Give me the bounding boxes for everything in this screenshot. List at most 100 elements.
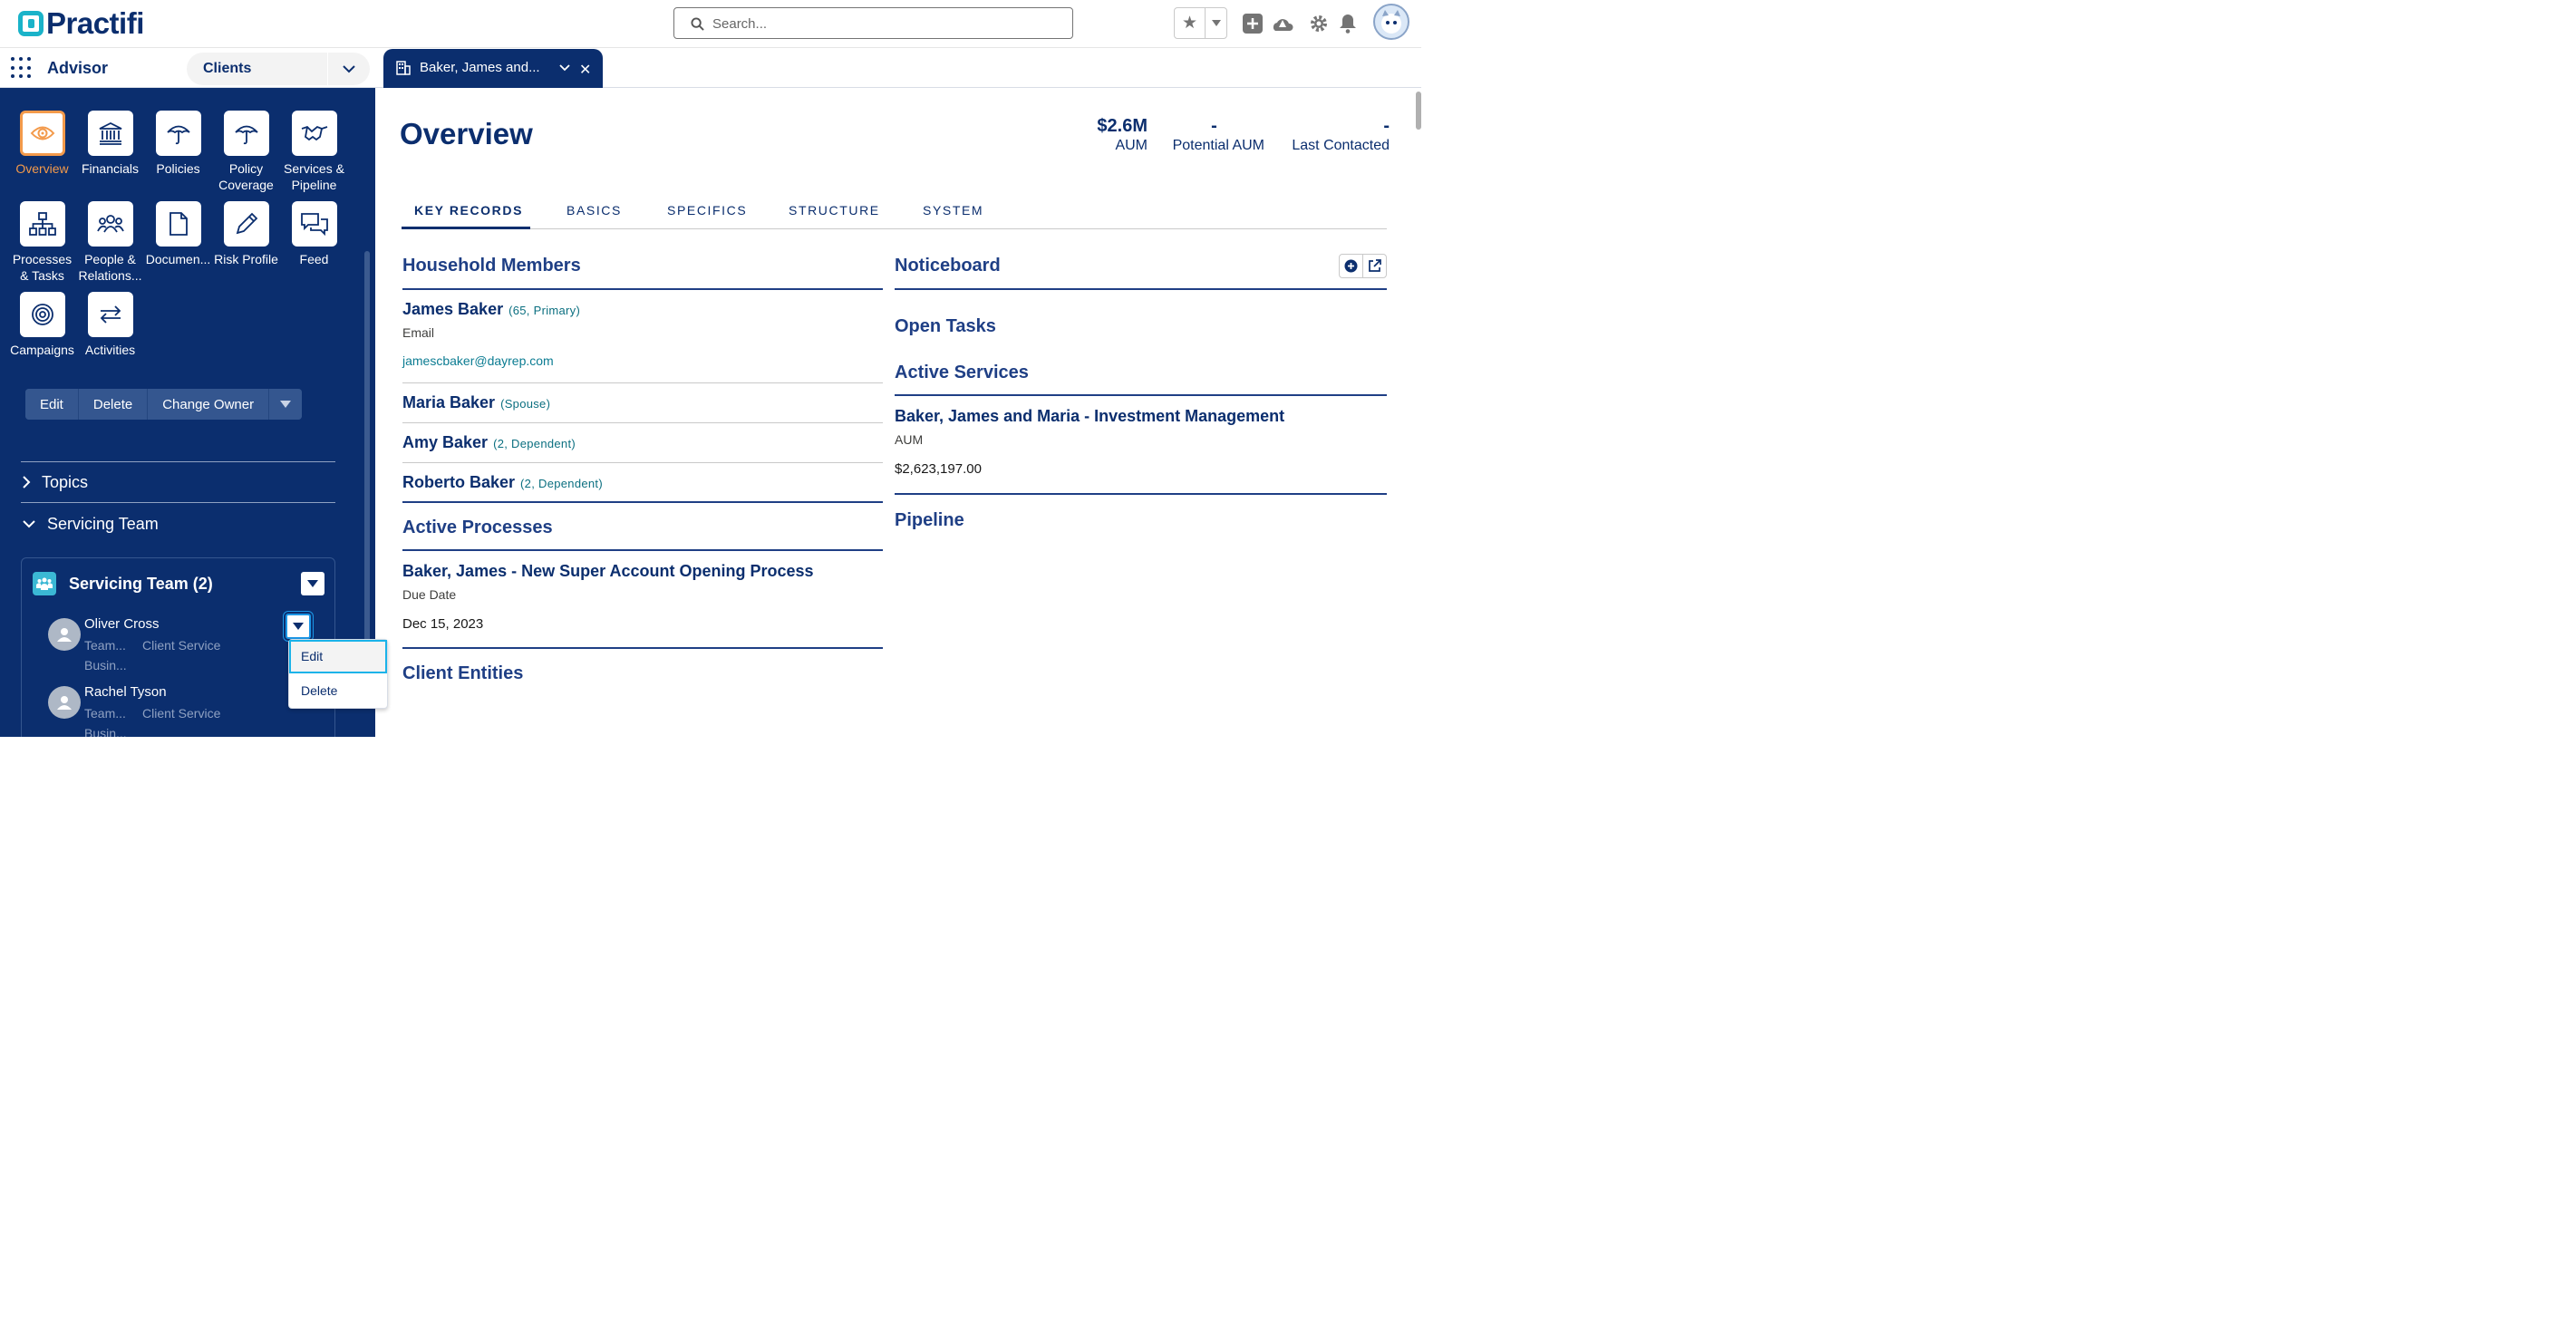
favorites-list-button[interactable] [1206, 8, 1226, 38]
divider [21, 502, 335, 503]
team-member-field-label: Team... [84, 638, 126, 653]
team-member-name[interactable]: Oliver Cross [84, 616, 160, 632]
metric-aum: $2.6M AUM [1097, 116, 1148, 153]
household-member-roberto[interactable]: Roberto Baker (2, Dependent) [402, 473, 603, 492]
chevron-down-icon[interactable] [559, 63, 570, 73]
service-aum-label: AUM [895, 432, 924, 447]
tile-policy-coverage[interactable]: Policy Coverage [212, 111, 280, 193]
workspace-tab-baker-household[interactable]: Baker, James and... ✕ [383, 49, 603, 88]
logo-text: Practifi [46, 6, 144, 40]
service-link[interactable]: Baker, James and Maria - Investment Mana… [895, 407, 1284, 426]
active-services-heading[interactable]: Active Services [895, 363, 1029, 383]
tile-campaigns[interactable]: Campaigns [8, 292, 76, 358]
external-link-icon [1369, 259, 1381, 272]
practifi-logo[interactable]: Practifi [18, 6, 144, 40]
trailhead-button[interactable] [1272, 13, 1293, 34]
hierarchy-icon [28, 212, 56, 236]
notifications-button[interactable] [1337, 13, 1359, 34]
favorite-star-icon[interactable]: ★ [1175, 8, 1206, 38]
divider [21, 461, 335, 462]
object-selector-label: Clients [203, 61, 252, 76]
close-tab-icon[interactable]: ✕ [579, 61, 591, 79]
tile-services-pipeline[interactable]: Services & Pipeline [280, 111, 348, 193]
active-processes-heading[interactable]: Active Processes [402, 518, 553, 538]
tab-system[interactable]: SYSTEM [923, 203, 983, 218]
process-link[interactable]: Baker, James - New Super Account Opening… [402, 562, 814, 581]
team-member-role: Client Service [142, 638, 221, 653]
open-tasks-heading[interactable]: Open Tasks [895, 316, 996, 337]
caret-down-icon [1211, 20, 1221, 26]
section-rule [402, 288, 883, 290]
email-link[interactable]: jamescbaker@dayrep.com [402, 353, 554, 368]
row-divider [402, 422, 883, 423]
tab-specifics[interactable]: SPECIFICS [667, 203, 747, 218]
app-launcher-icon[interactable] [11, 57, 33, 79]
email-label: Email [402, 325, 435, 340]
record-actions: Edit Delete Change Owner [25, 389, 303, 420]
add-notice-button[interactable] [1340, 255, 1363, 277]
search-input[interactable] [712, 14, 1057, 34]
noticeboard-heading[interactable]: Noticeboard [895, 256, 1001, 276]
section-rule [895, 288, 1387, 290]
caret-down-icon [280, 401, 292, 408]
due-date-label: Due Date [402, 587, 457, 602]
menu-item-edit[interactable]: Edit [289, 640, 387, 673]
tile-policies[interactable]: Policies [144, 111, 212, 177]
global-add-button[interactable] [1242, 13, 1264, 34]
tile-people-relationships[interactable]: People & Relations... [76, 201, 144, 284]
topics-section-toggle[interactable]: Topics [22, 469, 88, 496]
team-member-menu-button[interactable] [286, 614, 311, 639]
household-member-maria[interactable]: Maria Baker (Spouse) [402, 393, 550, 412]
caret-down-icon [307, 580, 318, 587]
people-icon [96, 215, 124, 233]
user-avatar[interactable] [1373, 4, 1409, 40]
client-entities-heading[interactable]: Client Entities [402, 663, 523, 684]
tab-key-records[interactable]: KEY RECORDS [414, 203, 523, 218]
global-search[interactable] [673, 7, 1073, 39]
object-selector[interactable]: Clients [187, 53, 370, 85]
metric-potential-aum: - Potential AUM [1172, 116, 1264, 153]
household-member-amy[interactable]: Amy Baker (2, Dependent) [402, 433, 576, 452]
section-rule [402, 647, 883, 649]
tile-processes-tasks[interactable]: Processes & Tasks [8, 201, 76, 284]
edit-button[interactable]: Edit [25, 389, 79, 420]
topics-label: Topics [42, 472, 89, 491]
menu-item-delete[interactable]: Delete [289, 674, 387, 708]
tile-activities[interactable]: Activities [76, 292, 144, 358]
household-member-james[interactable]: James Baker (65, Primary) [402, 300, 580, 319]
tile-overview[interactable]: Overview [8, 111, 76, 177]
setup-button[interactable] [1308, 13, 1330, 34]
chevron-down-icon[interactable] [343, 63, 355, 75]
pipeline-heading[interactable]: Pipeline [895, 510, 964, 531]
tab-basics[interactable]: BASICS [567, 203, 622, 218]
household-members-heading[interactable]: Household Members [402, 256, 581, 276]
metric-last-contacted: - Last Contacted [1292, 116, 1390, 153]
delete-button[interactable]: Delete [78, 389, 149, 420]
service-aum-value: $2,623,197.00 [895, 461, 982, 477]
caret-down-icon [293, 623, 304, 630]
record-main-panel: Overview $2.6M AUM - Potential AUM - Las… [375, 88, 1421, 737]
team-member-name[interactable]: Rachel Tyson [84, 684, 167, 700]
servicing-team-section-toggle[interactable]: Servicing Team [22, 510, 159, 537]
main-scrollbar[interactable] [1416, 92, 1421, 130]
tab-structure[interactable]: STRUCTURE [789, 203, 880, 218]
tile-risk-profile[interactable]: Risk Profile [212, 201, 280, 267]
tile-documents[interactable]: Documen... [144, 201, 212, 267]
target-icon [31, 304, 53, 325]
sidebar-scrollbar[interactable] [364, 251, 370, 686]
team-member-field-label: Team... [84, 706, 126, 721]
team-icon [33, 572, 56, 595]
tile-feed[interactable]: Feed [280, 201, 348, 267]
arrows-icon [100, 305, 121, 324]
servicing-team-label: Servicing Team [47, 514, 159, 533]
more-actions-button[interactable] [269, 389, 303, 420]
tile-financials[interactable]: Financials [76, 111, 144, 177]
open-noticeboard-button[interactable] [1363, 255, 1386, 277]
plus-square-icon [1243, 14, 1263, 34]
change-owner-button[interactable]: Change Owner [148, 389, 270, 420]
umbrella-icon [234, 125, 258, 145]
servicing-team-menu-button[interactable] [301, 572, 324, 595]
pencil-icon [236, 212, 257, 235]
section-rule [402, 501, 883, 503]
page-title: Overview [400, 117, 533, 150]
